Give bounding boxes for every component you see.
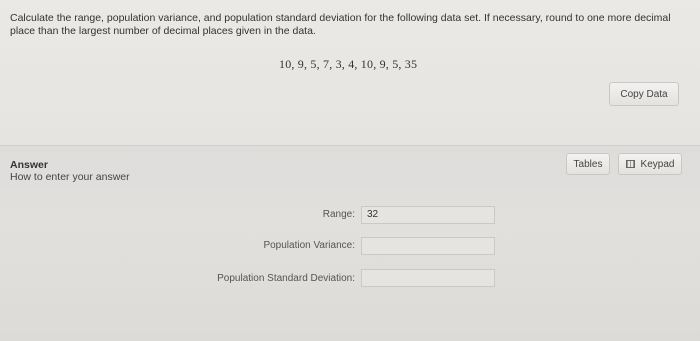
keypad-icon <box>625 160 635 168</box>
data-set: 10, 9, 5, 7, 3, 4, 10, 9, 5, 35 <box>279 57 418 71</box>
keypad-label: Keypad <box>640 158 675 170</box>
copy-data-button[interactable]: Copy Data <box>609 82 679 106</box>
population-variance-label: Population Variance: <box>263 240 355 251</box>
range-input[interactable]: 32 <box>361 206 495 224</box>
population-std-dev-input[interactable] <box>361 269 495 287</box>
range-label: Range: <box>322 209 355 220</box>
population-std-dev-label: Population Standard Deviation: <box>217 273 355 284</box>
keypad-button[interactable]: Keypad <box>618 153 682 175</box>
question-text: Calculate the range, population variance… <box>10 12 671 37</box>
how-to-enter-link[interactable]: How to enter your answer <box>10 171 130 183</box>
tables-button[interactable]: Tables <box>566 153 610 175</box>
population-variance-input[interactable] <box>361 237 495 255</box>
answer-title: Answer <box>10 159 48 171</box>
